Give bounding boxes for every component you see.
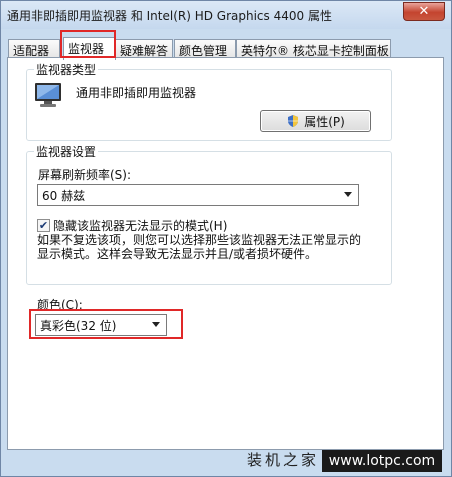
close-icon: ✕ [418, 4, 430, 19]
shield-icon [288, 115, 299, 127]
monitor-icon [35, 83, 61, 107]
color-label: 颜色(C): [37, 298, 83, 312]
monitor-settings-label: 监视器设置 [34, 143, 99, 160]
window-title: 通用非即插即用监视器 和 Intel(R) HD Graphics 4400 属… [7, 9, 332, 23]
tab-monitor[interactable]: 监视器 [63, 37, 116, 60]
tab-strip: 适配器 监视器 疑难解答 颜色管理 英特尔® 核芯显卡控制面板 [8, 37, 445, 60]
tab-adapter[interactable]: 适配器 [8, 39, 60, 59]
chevron-down-icon [152, 322, 160, 327]
tab-color-management[interactable]: 颜色管理 [174, 39, 236, 59]
hide-modes-label: 隐藏该监视器无法显示的模式(H) [53, 219, 228, 233]
watermark-url-badge: www.lotpc.com [322, 450, 442, 472]
monitor-name: 通用非即插即用监视器 [76, 86, 197, 100]
chevron-down-icon [344, 192, 352, 197]
monitor-type-label: 监视器类型 [34, 61, 99, 78]
hide-modes-description: 如果不复选该项，则您可以选择那些该监视器无法正常显示的显示模式。这样会导致无法显… [37, 233, 362, 261]
title-bar: 通用非即插即用监视器 和 Intel(R) HD Graphics 4400 属… [1, 1, 451, 29]
refresh-rate-select[interactable]: 60 赫兹 [37, 184, 359, 206]
close-button[interactable]: ✕ [403, 2, 445, 21]
tab-intel-control-panel[interactable]: 英特尔® 核芯显卡控制面板 [236, 39, 391, 59]
properties-button[interactable]: 属性(P) [260, 110, 371, 132]
refresh-rate-label: 屏幕刷新频率(S): [38, 168, 132, 182]
color-depth-select[interactable]: 真彩色(32 位) [35, 314, 167, 336]
tab-troubleshoot[interactable]: 疑难解答 [115, 39, 173, 59]
watermark-text: 装机之家 [247, 451, 320, 469]
hide-modes-checkbox[interactable]: ✔ [37, 219, 50, 232]
